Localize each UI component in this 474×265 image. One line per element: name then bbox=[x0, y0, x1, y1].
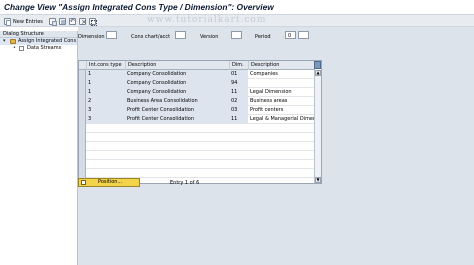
copy-button[interactable] bbox=[49, 17, 57, 26]
table-header: Int.cons type Description Dim. Descripti… bbox=[79, 61, 315, 70]
table-vertical-scrollbar[interactable]: ▲ ▼ bbox=[314, 70, 321, 183]
new-entries-icon bbox=[4, 18, 11, 26]
title-bar: Change View "Assign Integrated Cons Type… bbox=[0, 0, 474, 14]
table-row[interactable]: 1 Company Consolidation 11 Legal Dimensi… bbox=[79, 88, 315, 97]
delete-icon bbox=[79, 18, 87, 26]
position-icon bbox=[81, 180, 86, 185]
tree-item-assign-integrated-cons[interactable]: ▾ Assign Integrated Cons bbox=[0, 38, 77, 45]
main-area: Dimension Cons chart/acct Version Period… bbox=[78, 27, 474, 265]
row-selector[interactable] bbox=[79, 142, 86, 151]
row-selector[interactable] bbox=[79, 169, 86, 178]
table-row-empty[interactable] bbox=[79, 169, 315, 178]
new-entries-label: New Entries bbox=[13, 18, 43, 25]
select-all-icon bbox=[89, 18, 97, 26]
undo-icon bbox=[69, 18, 76, 25]
column-header-int-cons-type: Int.cons type bbox=[86, 61, 125, 70]
window-title: Change View "Assign Integrated Cons Type… bbox=[4, 2, 274, 12]
table-row[interactable]: 1 Company Consolidation 94 bbox=[79, 79, 315, 88]
collapse-icon[interactable]: ▾ bbox=[3, 38, 6, 45]
filter-bar: Dimension Cons chart/acct Version Period… bbox=[78, 30, 474, 42]
table-row-empty[interactable] bbox=[79, 151, 315, 160]
tree-item-label: Assign Integrated Cons bbox=[18, 38, 77, 44]
table-row[interactable]: 2 Business Area Consolidation 02 Busines… bbox=[79, 97, 315, 106]
column-header-description: Description bbox=[125, 61, 229, 70]
row-selector[interactable] bbox=[79, 124, 86, 133]
column-header-dim: Dim. bbox=[229, 61, 248, 70]
position-button-label: Position... bbox=[98, 179, 123, 185]
folder-open-icon bbox=[10, 39, 16, 44]
entry-status: Entry 1 of 6 bbox=[170, 180, 200, 186]
period-field-2[interactable] bbox=[298, 31, 309, 39]
row-selector[interactable] bbox=[79, 106, 86, 115]
row-selector[interactable] bbox=[79, 115, 86, 124]
undo-button[interactable] bbox=[69, 17, 76, 26]
table-row-empty[interactable] bbox=[79, 124, 315, 133]
table-row-empty[interactable] bbox=[79, 133, 315, 142]
period-label: Period bbox=[255, 34, 271, 40]
row-selector[interactable] bbox=[79, 151, 86, 160]
cons-chart-label: Cons chart/acct bbox=[131, 34, 171, 40]
table-row[interactable]: 3 Profit Center Consolidation 03 Profit … bbox=[79, 106, 315, 115]
scroll-down-icon[interactable]: ▼ bbox=[315, 177, 321, 183]
dimension-label: Dimension bbox=[78, 34, 105, 40]
save-icon bbox=[59, 18, 66, 25]
dialog-structure-panel: Dialog Structure ▾ Assign Integrated Con… bbox=[0, 31, 78, 265]
row-selector[interactable] bbox=[79, 133, 86, 142]
table-row-empty[interactable] bbox=[79, 142, 315, 151]
period-field[interactable]: 0 bbox=[285, 31, 296, 39]
copy-icon bbox=[49, 18, 57, 26]
table-settings-icon[interactable] bbox=[314, 61, 321, 69]
position-button[interactable]: Position... bbox=[78, 178, 140, 187]
scroll-up-icon[interactable]: ▲ bbox=[315, 70, 321, 76]
table-row-empty[interactable] bbox=[79, 160, 315, 169]
column-header-dim-description: Description bbox=[248, 61, 315, 70]
row-selector[interactable] bbox=[79, 160, 86, 169]
row-selector[interactable] bbox=[79, 70, 86, 79]
version-label: Version bbox=[200, 34, 219, 40]
new-entries-button[interactable]: New Entries bbox=[4, 17, 43, 26]
dialog-structure-header: Dialog Structure bbox=[0, 31, 77, 38]
delete-button[interactable] bbox=[79, 17, 87, 26]
version-field[interactable] bbox=[231, 31, 242, 39]
save-button[interactable] bbox=[59, 17, 66, 26]
tree-item-label: Data Streams bbox=[27, 45, 62, 51]
select-all-header[interactable] bbox=[79, 61, 86, 70]
row-selector[interactable] bbox=[79, 88, 86, 97]
row-selector[interactable] bbox=[79, 97, 86, 106]
select-all-button[interactable] bbox=[89, 17, 97, 26]
dimension-field[interactable] bbox=[106, 31, 117, 39]
data-table: Int.cons type Description Dim. Descripti… bbox=[78, 60, 322, 184]
table-row[interactable]: 3 Profit Center Consolidation 11 Legal &… bbox=[79, 115, 315, 124]
tree-item-data-streams[interactable]: • Data Streams bbox=[0, 45, 77, 52]
row-selector[interactable] bbox=[79, 79, 86, 88]
table-row[interactable]: 1 Company Consolidation 01 Companies bbox=[79, 70, 315, 79]
watermark: www.tutorialkart.com bbox=[147, 15, 267, 25]
folder-icon bbox=[19, 46, 24, 51]
cons-chart-field[interactable] bbox=[175, 31, 186, 39]
tree-connector-icon: • bbox=[13, 45, 16, 51]
